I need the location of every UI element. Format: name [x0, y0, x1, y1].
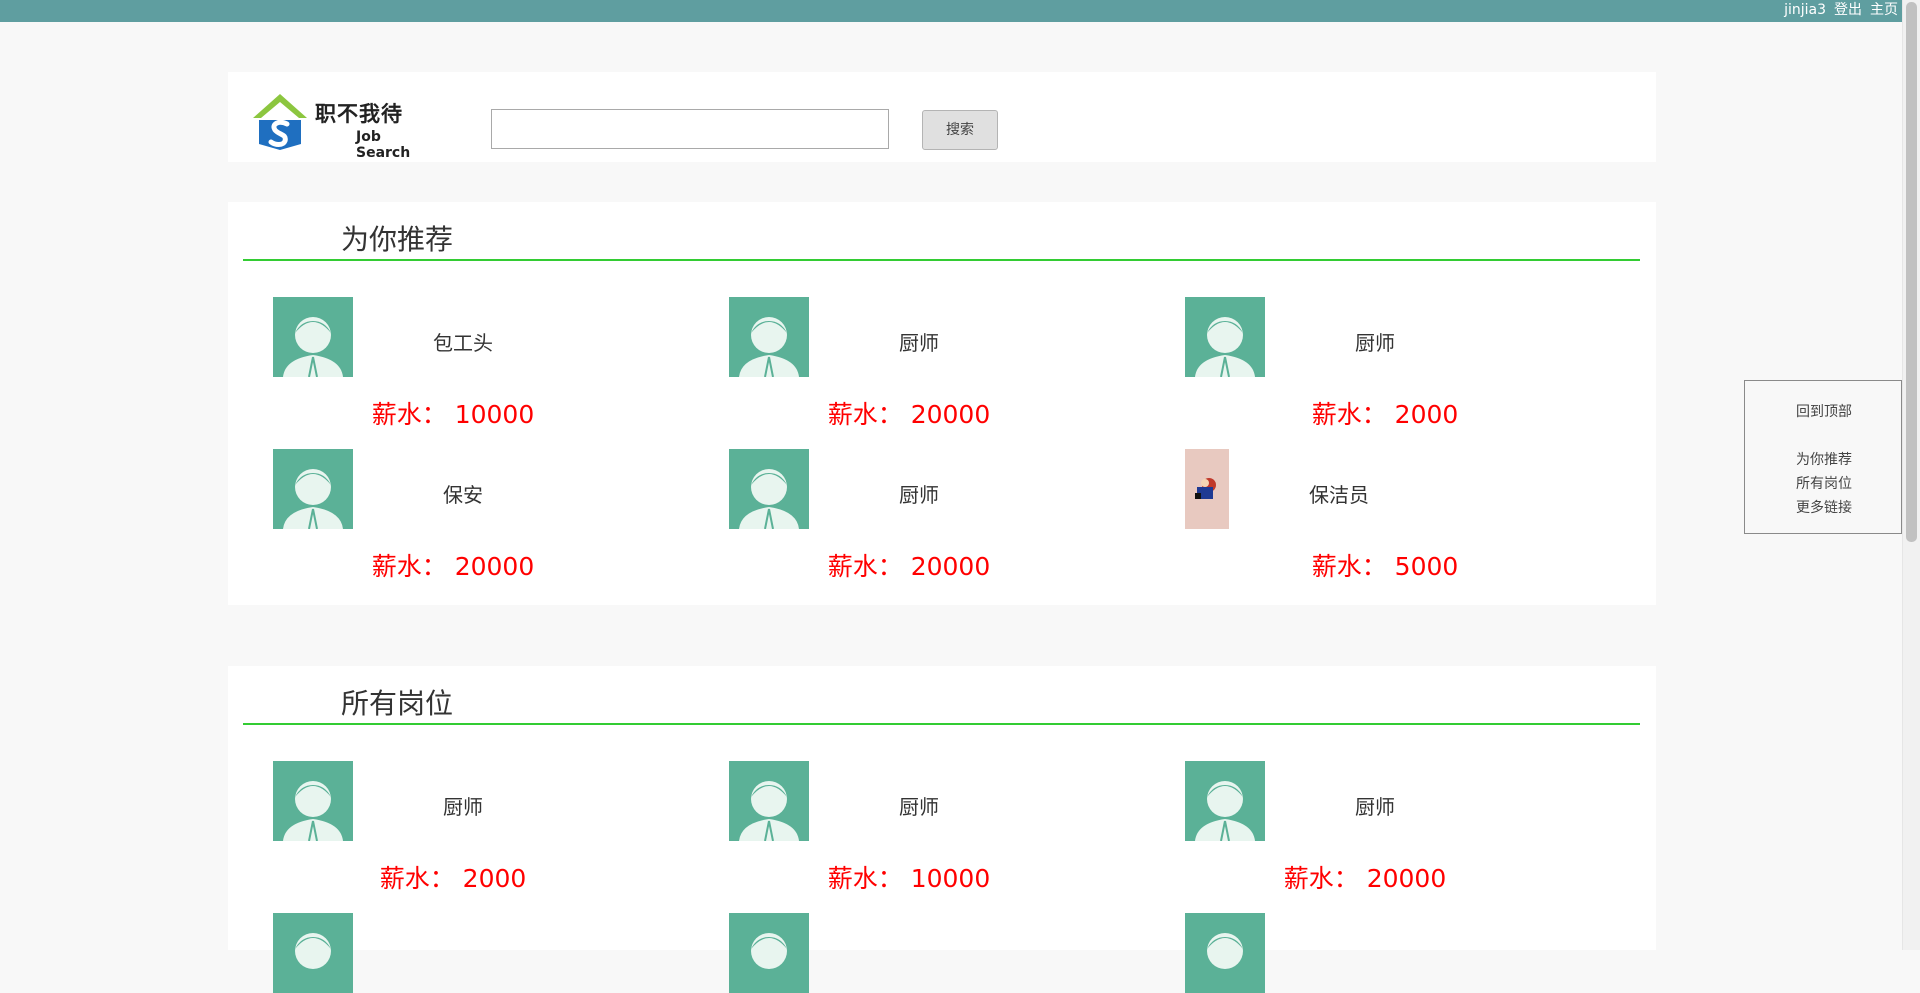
page-scrollbar[interactable]	[1902, 0, 1920, 950]
section-title: 为你推荐	[341, 223, 454, 256]
job-card[interactable]: 厨师 薪水： 2000	[1185, 297, 1605, 437]
person-avatar-icon[interactable]	[273, 913, 353, 993]
logo-title: 职不我待	[315, 102, 403, 126]
job-title: 厨师	[1355, 331, 1395, 355]
section-title: 所有岗位	[341, 687, 454, 720]
side-nav-panel: 回到顶部 为你推荐 所有岗位 更多链接	[1744, 380, 1902, 534]
job-card[interactable]: 厨师 薪水： 20000	[729, 297, 1149, 437]
person-avatar-icon	[1185, 761, 1265, 841]
side-nav-all-jobs[interactable]: 所有岗位	[1745, 473, 1903, 493]
job-title: 厨师	[443, 795, 483, 819]
back-to-top-link[interactable]: 回到顶部	[1745, 401, 1903, 421]
job-title: 厨师	[899, 331, 939, 355]
logout-link[interactable]: 登出	[1834, 0, 1862, 22]
person-avatar-icon[interactable]	[729, 913, 809, 993]
job-salary: 薪水： 20000	[827, 400, 991, 429]
top-bar-links: jinjia3 登出 主页	[1784, 0, 1898, 22]
person-avatar-icon	[273, 761, 353, 841]
logo[interactable]: 职不我待 Job Search	[253, 94, 413, 161]
job-salary: 薪水： 5000	[1311, 552, 1459, 581]
top-bar: jinjia3 登出 主页	[0, 0, 1920, 22]
job-salary: 薪水： 2000	[1311, 400, 1459, 429]
job-salary: 薪水： 10000	[827, 864, 991, 893]
side-nav-more-links[interactable]: 更多链接	[1745, 497, 1903, 517]
person-avatar-icon	[273, 297, 353, 377]
job-photo-icon	[1185, 449, 1229, 529]
section-divider	[243, 259, 1640, 261]
side-nav-recommend[interactable]: 为你推荐	[1745, 449, 1903, 469]
job-card[interactable]: 保安 薪水： 20000	[273, 449, 693, 589]
job-title: 保洁员	[1309, 483, 1369, 507]
job-salary: 薪水： 2000	[379, 864, 527, 893]
job-title: 厨师	[1355, 795, 1395, 819]
job-title: 厨师	[899, 795, 939, 819]
job-card[interactable]: 厨师 薪水： 20000	[1185, 761, 1605, 901]
job-card[interactable]: 包工头 薪水： 10000	[273, 297, 693, 437]
person-avatar-icon	[729, 761, 809, 841]
job-salary: 薪水： 20000	[1283, 864, 1447, 893]
person-avatar-icon	[1185, 297, 1265, 377]
scrollbar-thumb[interactable]	[1906, 2, 1917, 542]
house-logo-icon	[253, 94, 307, 150]
person-avatar-icon[interactable]	[1185, 913, 1265, 993]
all-jobs-section: 所有岗位 厨师 薪水： 2000 厨师 薪水： 10000 厨师 薪水： 200…	[228, 666, 1656, 993]
job-card[interactable]: 保洁员 薪水： 5000	[1185, 449, 1605, 589]
job-card[interactable]: 厨师 薪水： 20000	[729, 449, 1149, 589]
search-button[interactable]: 搜索	[922, 110, 998, 150]
logo-subtitle: Job Search	[356, 129, 411, 161]
person-avatar-icon	[729, 449, 809, 529]
header-card: 职不我待 Job Search 搜索	[228, 72, 1656, 162]
job-salary: 薪水： 20000	[827, 552, 991, 581]
username-link[interactable]: jinjia3	[1784, 0, 1826, 22]
job-title: 厨师	[899, 483, 939, 507]
job-salary: 薪水： 10000	[371, 400, 535, 429]
home-link[interactable]: 主页	[1870, 0, 1898, 22]
job-title: 保安	[443, 483, 483, 507]
person-avatar-icon	[729, 297, 809, 377]
job-card[interactable]: 厨师 薪水： 10000	[729, 761, 1149, 901]
search-input[interactable]	[491, 109, 889, 149]
person-avatar-icon	[273, 449, 353, 529]
job-salary: 薪水： 20000	[371, 552, 535, 581]
job-title: 包工头	[433, 331, 493, 355]
job-card[interactable]: 厨师 薪水： 2000	[273, 761, 693, 901]
section-divider	[243, 723, 1640, 725]
recommend-section: 为你推荐 包工头 薪水： 10000 厨师 薪水： 20000 厨师 薪水： 2…	[228, 202, 1656, 605]
